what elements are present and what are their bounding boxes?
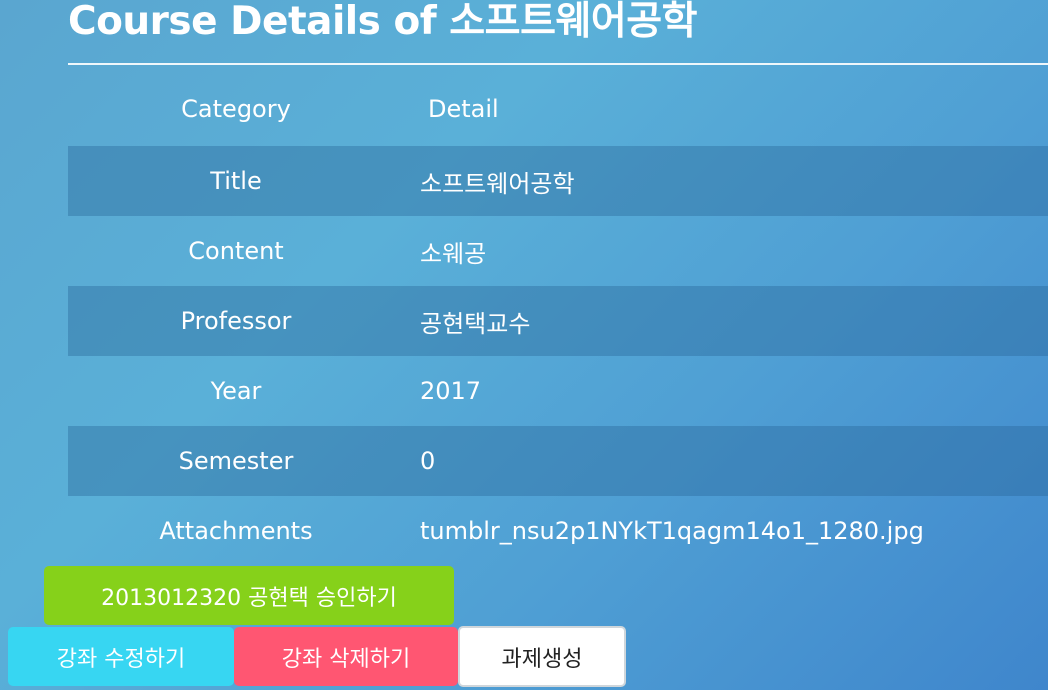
row-value: 0 xyxy=(420,447,436,475)
row-value: 소웨공 xyxy=(420,239,487,268)
row-category: Year xyxy=(210,377,262,405)
row-category: Attachments xyxy=(159,517,313,545)
header-category: Category xyxy=(181,95,291,123)
approve-student-button[interactable]: 2013012320 공현택 승인하기 xyxy=(44,566,454,625)
row-category: Content xyxy=(188,237,284,265)
table-header-row: Category Detail xyxy=(68,72,1048,146)
row-category: Professor xyxy=(180,307,292,335)
title-divider xyxy=(68,63,1048,65)
attachment-link[interactable]: tumblr_nsu2p1NYkT1qagm14o1_1280.jpg xyxy=(404,517,1048,545)
edit-course-button[interactable]: 강좌 수정하기 xyxy=(8,627,234,686)
header-detail: Detail xyxy=(428,95,499,123)
row-value: 공현택교수 xyxy=(420,309,531,338)
row-category: Title xyxy=(210,167,262,195)
page-title: Course Details of 소프트웨어공학 xyxy=(68,0,697,44)
delete-course-button[interactable]: 강좌 삭제하기 xyxy=(234,627,458,686)
table-row-professor: Professor 공현택교수 xyxy=(68,286,1048,356)
row-value: 2017 xyxy=(420,377,482,405)
row-category: Semester xyxy=(178,447,294,475)
create-assignment-button[interactable]: 과제생성 xyxy=(458,626,626,687)
table-row-content: Content 소웨공 xyxy=(68,216,1048,286)
row-value: 소프트웨어공학 xyxy=(420,169,575,198)
table-row-year: Year 2017 xyxy=(68,356,1048,426)
course-details-table: Category Detail Title 소프트웨어공학 Content 소웨… xyxy=(68,72,1048,566)
table-row-attachments: Attachments tumblr_nsu2p1NYkT1qagm14o1_1… xyxy=(68,496,1048,566)
table-row-semester: Semester 0 xyxy=(68,426,1048,496)
table-row-title: Title 소프트웨어공학 xyxy=(68,146,1048,216)
